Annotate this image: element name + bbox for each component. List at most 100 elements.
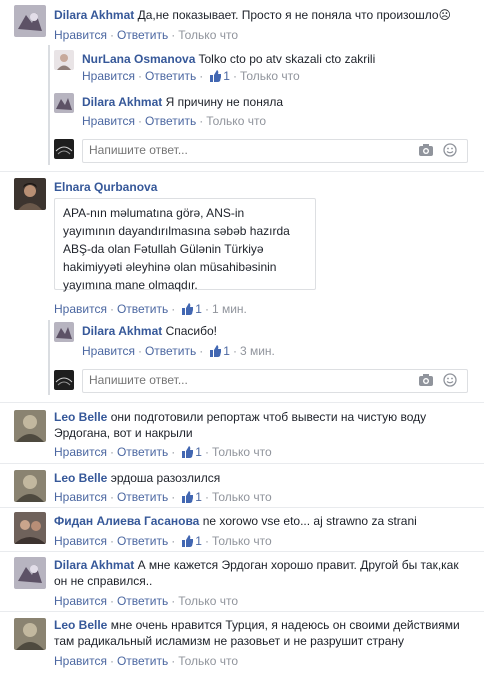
emoji-icon[interactable]	[443, 143, 457, 160]
like-link[interactable]: Нравится	[82, 344, 135, 358]
comment-line: Dilara Akhmat Да,не показывает. Просто я…	[54, 7, 451, 23]
reply-input-box[interactable]	[82, 139, 468, 163]
like-link[interactable]: Нравится	[54, 28, 107, 42]
comment-line: он не справился..	[54, 573, 152, 589]
author-name[interactable]: NurLana Osmanova	[82, 52, 195, 66]
like-count[interactable]: 1	[223, 344, 230, 358]
like-link[interactable]: Нравится	[54, 594, 107, 608]
author-name[interactable]: Leo Belle	[54, 410, 107, 424]
avatar[interactable]	[14, 5, 46, 37]
comment-actions: Нравится · Ответить · Только что	[54, 654, 238, 668]
avatar[interactable]	[14, 512, 46, 544]
comment-line: Leo Belle они подготовили репортаж чтоб …	[54, 409, 426, 425]
reply-link[interactable]: Ответить	[117, 594, 168, 608]
like-count[interactable]: 1	[195, 490, 202, 504]
like-link[interactable]: Нравится	[54, 654, 107, 668]
comment-text-line: hakimiyyəti əleyhinə olan müsahibəsinin	[63, 260, 277, 274]
comment-actions: Нравится · Ответить · Только что	[82, 114, 266, 128]
comment-text: там радикальный исламизм не разовьет и н…	[54, 634, 404, 648]
emoji-icon[interactable]	[443, 373, 457, 390]
author-name[interactable]: Leo Belle	[54, 618, 107, 632]
comment-text: он не справился..	[54, 574, 153, 588]
timestamp[interactable]: Только что	[212, 490, 272, 504]
timestamp[interactable]: Только что	[178, 28, 238, 42]
avatar[interactable]	[14, 618, 46, 650]
avatar[interactable]	[14, 470, 46, 502]
comment-line: Эрдогана, вот и накрыли	[54, 425, 193, 441]
reply-link[interactable]: Ответить	[145, 114, 196, 128]
reply-link[interactable]: Ответить	[145, 344, 196, 358]
reply-link[interactable]: Ответить	[145, 69, 196, 83]
author-name[interactable]: Dilara Akhmat	[82, 324, 162, 338]
author-name[interactable]: Dilara Akhmat	[54, 558, 134, 572]
comment-line: NurLana Osmanova Tolko cto po atv skazal…	[82, 51, 375, 67]
comment-text-line: ABŞ-da olan Fətullah Gülənin Türkiyə	[63, 242, 264, 256]
like-link[interactable]: Нравится	[54, 302, 107, 316]
reply-thread-line	[48, 320, 50, 395]
comment-text: эрдоша разозлился	[110, 471, 221, 485]
author-name[interactable]: Dilara Akhmat	[82, 95, 162, 109]
comment-text: Я причину не поняла	[165, 95, 283, 109]
comment-bubble: APA-nın məlumatına görə, ANS-in yayımını…	[54, 198, 316, 292]
avatar[interactable]	[14, 410, 46, 442]
comment-text-line: APA-nın məlumatına görə, ANS-in	[63, 206, 245, 220]
comment-text: они подготовили репортаж чтоб вывести на…	[110, 410, 427, 424]
avatar	[54, 139, 74, 159]
reply-link[interactable]: Ответить	[117, 445, 168, 459]
camera-icon[interactable]	[419, 144, 433, 159]
like-link[interactable]: Нравится	[82, 69, 135, 83]
comment-text-line: yayımının dayandırılmasına səbəb hazırda	[63, 224, 290, 238]
like-link[interactable]: Нравится	[54, 445, 107, 459]
camera-icon[interactable]	[419, 374, 433, 389]
like-count[interactable]: 1	[195, 445, 202, 459]
reply-link[interactable]: Ответить	[117, 302, 168, 316]
comment-line: Leo Belle мне очень нравится Турция, я н…	[54, 617, 460, 633]
divider	[0, 507, 484, 508]
comment-text-line: yayımına mane olmaqdır.	[63, 278, 198, 292]
comment-actions: Нравится · Ответить · 1 · Только что	[82, 69, 300, 85]
comment-actions: Нравится · Ответить · 1 · 1 мин.	[54, 302, 247, 316]
reply-input-box[interactable]	[82, 369, 468, 393]
avatar	[54, 370, 74, 390]
timestamp[interactable]: Только что	[212, 534, 272, 548]
avatar[interactable]	[14, 178, 46, 210]
comment-line: Dilara Akhmat А мне кажется Эрдоган хоро…	[54, 557, 459, 573]
reply-link[interactable]: Ответить	[117, 490, 168, 504]
timestamp[interactable]: Только что	[240, 69, 300, 83]
sad-emoji-icon: ☹	[438, 8, 452, 22]
author-name[interactable]: Elnara Qurbanova	[54, 180, 157, 194]
timestamp[interactable]: Только что	[178, 594, 238, 608]
like-count[interactable]: 1	[195, 302, 202, 316]
avatar[interactable]	[54, 322, 74, 342]
reply-link[interactable]: Ответить	[117, 654, 168, 668]
like-link[interactable]: Нравится	[82, 114, 135, 128]
reply-input[interactable]	[89, 143, 389, 157]
timestamp[interactable]: Только что	[212, 445, 272, 459]
reply-link[interactable]: Ответить	[117, 28, 168, 42]
comment-actions: Нравится · Ответить · 1 · Только что	[54, 445, 272, 459]
timestamp[interactable]: 1 мин.	[212, 302, 247, 316]
author-name[interactable]: Dilara Akhmat	[54, 8, 134, 22]
comment-line: Фидан Алиева Гасанова ne xorowo vse eto.…	[54, 513, 417, 529]
timestamp[interactable]: 3 мин.	[240, 344, 275, 358]
comment-text: А мне кажется Эрдоган хорошо правит. Дру…	[137, 558, 459, 572]
like-count[interactable]: 1	[195, 534, 202, 548]
author-name[interactable]: Фидан Алиева Гасанова	[54, 514, 199, 528]
like-link[interactable]: Нравится	[54, 534, 107, 548]
avatar[interactable]	[14, 557, 46, 589]
reply-input[interactable]	[89, 373, 389, 387]
comment-actions: Нравится · Ответить · 1 · 3 мин.	[82, 344, 275, 358]
timestamp[interactable]: Только что	[178, 654, 238, 668]
avatar[interactable]	[54, 50, 74, 70]
comment-line: Elnara Qurbanova	[54, 179, 157, 195]
comment-text: Да,не показывает. Просто я не поняла что…	[137, 8, 439, 22]
avatar[interactable]	[54, 93, 74, 113]
like-count[interactable]: 1	[223, 69, 230, 83]
author-name[interactable]: Leo Belle	[54, 471, 107, 485]
reply-link[interactable]: Ответить	[117, 534, 168, 548]
thumbs-up-icon	[209, 70, 222, 85]
like-link[interactable]: Нравится	[54, 490, 107, 504]
comment-text: ne xorowo vse eto... aj strawno za stran…	[202, 514, 417, 528]
timestamp[interactable]: Только что	[206, 114, 266, 128]
divider	[0, 171, 484, 172]
